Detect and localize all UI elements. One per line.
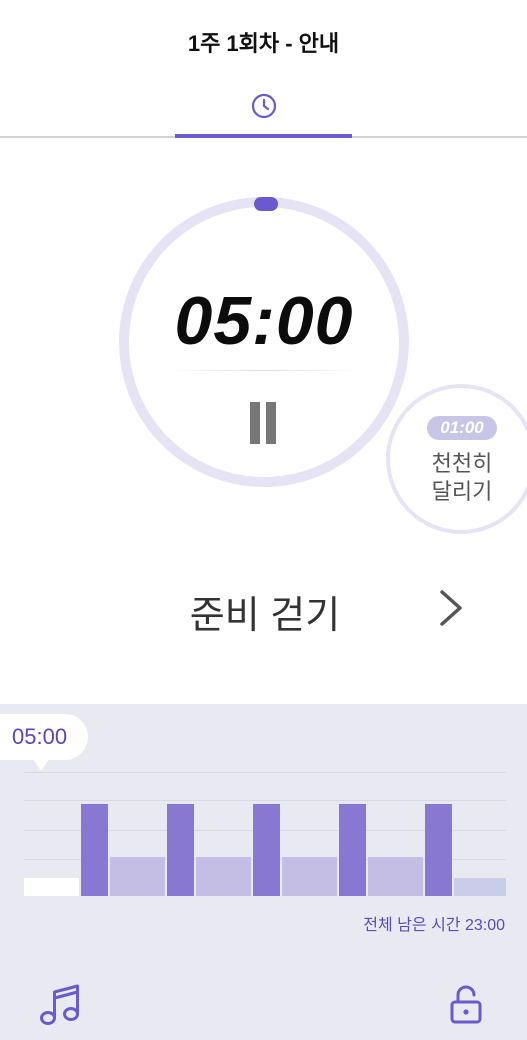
chevron-right-icon[interactable] [432,584,472,632]
progress-bar-walk [110,857,165,896]
progress-bar-warmup [24,878,79,896]
pause-icon [250,402,260,444]
progress-bar-walk [368,857,423,896]
progress-bar-walk [282,857,337,896]
progress-bar-run [339,804,366,896]
tab-active-indicator [175,134,352,138]
timer-display: 05:00 [174,283,354,359]
next-segment-time: 01:00 [427,416,497,440]
current-phase-label: 준비 걷기 [189,595,341,637]
progress-tooltip-time: 05:00 [12,724,68,749]
music-note-icon[interactable] [38,982,82,1026]
unlock-icon[interactable] [446,984,486,1026]
tab-timer[interactable] [175,80,352,136]
progress-bar-run [81,804,108,896]
progress-gridline [24,772,506,773]
timer-divider [170,370,358,371]
remaining-time-label: 전체 남은 시간 23:00 [363,917,505,934]
progress-bar-run [253,804,280,896]
pause-button[interactable] [246,402,280,444]
progress-bar-cooldown [454,878,506,896]
page-title: 1주 1회차 - 안내 [187,31,340,56]
progress-bar-run [167,804,194,896]
tooltip-arrow [33,759,49,771]
progress-bar-run [425,804,452,896]
clock-icon [251,93,277,119]
ring-progress-knob [254,197,278,211]
next-segment-label: 천천히 달리기 [431,451,493,504]
progress-gridline [24,800,506,801]
progress-bar-walk [196,857,251,896]
